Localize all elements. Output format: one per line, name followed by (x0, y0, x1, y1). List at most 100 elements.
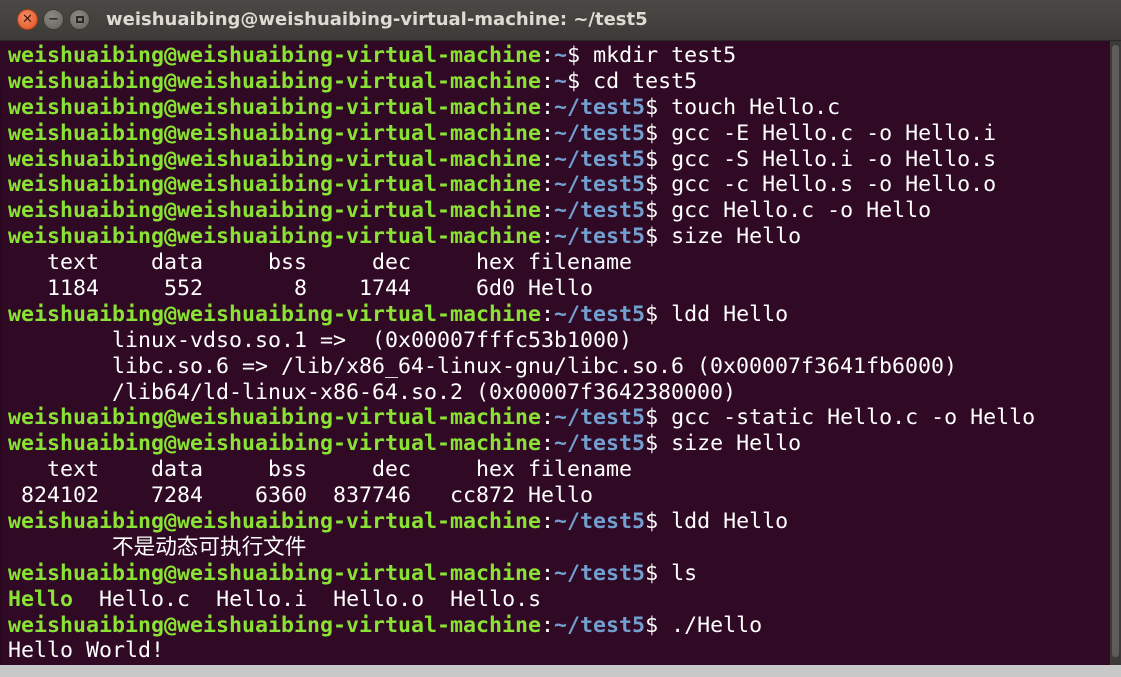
output-line: 824102 7284 6360 837746 cc872 Hello (8, 483, 1103, 509)
prompt-path: ~/test5 (554, 224, 646, 250)
prompt-dollar: $ (645, 94, 672, 120)
terminal-area[interactable]: weishuaibing@weishuaibing-virtual-machin… (0, 41, 1121, 677)
prompt-user: weishuaibing@weishuaibing-virtual-machin… (8, 509, 542, 535)
prompt-dollar: $ (645, 198, 672, 224)
command-text: gcc -E Hello.c -o Hello.i (671, 120, 997, 146)
prompt-user: weishuaibing@weishuaibing-virtual-machin… (8, 560, 542, 586)
prompt-dollar: $ (567, 43, 594, 68)
prompt-colon: : (541, 224, 555, 250)
ls-separator (190, 587, 216, 612)
prompt-colon: : (541, 405, 555, 431)
prompt-line: weishuaibing@weishuaibing-virtual-machin… (8, 509, 1103, 535)
prompt-colon: : (541, 146, 555, 172)
ls-item: Hello.s (450, 586, 542, 612)
prompt-line: weishuaibing@weishuaibing-virtual-machin… (8, 561, 1103, 587)
prompt-line: weishuaibing@weishuaibing-virtual-machin… (8, 43, 1103, 69)
prompt-colon: : (541, 120, 555, 146)
prompt-dollar: $ (645, 509, 672, 535)
command-text: cd test5 (593, 68, 698, 94)
terminal-window: ✕ − weishuaibing@weishuaibing-virtual-ma… (0, 0, 1121, 677)
scrollbar-thumb[interactable] (1112, 45, 1119, 657)
ls-item: Hello.o (333, 586, 425, 612)
minimize-glyph: − (48, 12, 59, 27)
prompt-user: weishuaibing@weishuaibing-virtual-machin… (8, 301, 542, 327)
prompt-colon: : (541, 198, 555, 224)
prompt-colon: : (541, 43, 555, 68)
prompt-user: weishuaibing@weishuaibing-virtual-machin… (8, 431, 542, 457)
prompt-user: weishuaibing@weishuaibing-virtual-machin… (8, 172, 542, 198)
prompt-user: weishuaibing@weishuaibing-virtual-machin… (8, 120, 542, 146)
prompt-line: weishuaibing@weishuaibing-virtual-machin… (8, 224, 1103, 250)
close-icon[interactable]: ✕ (17, 9, 38, 30)
window-title: weishuaibing@weishuaibing-virtual-machin… (106, 9, 648, 30)
maximize-icon[interactable] (69, 9, 90, 30)
prompt-dollar: $ (645, 120, 672, 146)
prompt-dollar: $ (645, 431, 672, 457)
prompt-path: ~/test5 (554, 120, 646, 146)
ls-separator (424, 587, 450, 612)
prompt-dollar: $ (645, 612, 672, 638)
prompt-line: weishuaibing@weishuaibing-virtual-machin… (8, 431, 1103, 457)
prompt-path: ~/test5 (554, 431, 646, 457)
command-text: gcc -c Hello.s -o Hello.o (671, 172, 997, 198)
output-line: 不是动态可执行文件 (8, 535, 1103, 561)
prompt-path: ~/test5 (554, 172, 646, 198)
prompt-path: ~/test5 (554, 612, 646, 638)
command-text: mkdir test5 (593, 43, 737, 68)
output-line: Hello World! (8, 638, 1103, 664)
prompt-user: weishuaibing@weishuaibing-virtual-machin… (8, 43, 542, 68)
command-text: ls (671, 560, 698, 586)
prompt-line: weishuaibing@weishuaibing-virtual-machin… (8, 95, 1103, 121)
output-text: 824102 7284 6360 837746 cc872 Hello (8, 483, 594, 509)
ls-separator (307, 587, 333, 612)
terminal-output[interactable]: weishuaibing@weishuaibing-virtual-machin… (8, 43, 1103, 664)
prompt-path: ~/test5 (554, 560, 646, 586)
output-text: text data bss dec hex filename (8, 457, 633, 483)
prompt-path: ~/test5 (554, 509, 646, 535)
ls-separator (73, 587, 99, 612)
command-text: ldd Hello (671, 509, 789, 535)
command-text: touch Hello.c (671, 94, 841, 120)
prompt-user: weishuaibing@weishuaibing-virtual-machin… (8, 405, 542, 431)
prompt-user: weishuaibing@weishuaibing-virtual-machin… (8, 224, 542, 250)
title-bar[interactable]: ✕ − weishuaibing@weishuaibing-virtual-ma… (0, 0, 1121, 41)
prompt-path: ~/test5 (554, 405, 646, 431)
prompt-path: ~/test5 (554, 146, 646, 172)
prompt-path: ~ (554, 68, 568, 94)
output-text: libc.so.6 => /lib/x86_64-linux-gnu/libc.… (8, 353, 958, 379)
ls-item: Hello (8, 586, 74, 612)
output-text: Hello World! (8, 638, 165, 664)
prompt-user: weishuaibing@weishuaibing-virtual-machin… (8, 94, 542, 120)
command-text: gcc -static Hello.c -o Hello (671, 405, 1036, 431)
command-text: ldd Hello (671, 301, 789, 327)
prompt-user: weishuaibing@weishuaibing-virtual-machin… (8, 198, 542, 224)
prompt-path: ~/test5 (554, 94, 646, 120)
prompt-line: weishuaibing@weishuaibing-virtual-machin… (8, 172, 1103, 198)
close-glyph: ✕ (22, 12, 33, 27)
minimize-icon[interactable]: − (43, 9, 64, 30)
command-text: gcc Hello.c -o Hello (671, 198, 932, 224)
prompt-line: weishuaibing@weishuaibing-virtual-machin… (8, 69, 1103, 95)
prompt-line: weishuaibing@weishuaibing-virtual-machin… (8, 147, 1103, 173)
prompt-line: weishuaibing@weishuaibing-virtual-machin… (8, 302, 1103, 328)
prompt-path: ~ (554, 43, 568, 68)
output-line: text data bss dec hex filename (8, 250, 1103, 276)
prompt-colon: : (541, 431, 555, 457)
prompt-colon: : (541, 509, 555, 535)
output-text: linux-vdso.so.1 => (0x00007fffc53b1000) (8, 327, 633, 353)
prompt-dollar: $ (567, 68, 594, 94)
window-bottom-edge (0, 665, 1121, 677)
prompt-colon: : (541, 612, 555, 638)
command-text: size Hello (671, 431, 802, 457)
command-text: size Hello (671, 224, 802, 250)
prompt-dollar: $ (645, 146, 672, 172)
prompt-line: weishuaibing@weishuaibing-virtual-machin… (8, 121, 1103, 147)
prompt-dollar: $ (645, 172, 672, 198)
prompt-user: weishuaibing@weishuaibing-virtual-machin… (8, 68, 542, 94)
ls-output-line: Hello Hello.c Hello.i Hello.o Hello.s (8, 587, 1103, 613)
output-text: /lib64/ld-linux-x86-64.so.2 (0x00007f364… (8, 379, 737, 405)
prompt-colon: : (541, 301, 555, 327)
command-text: ./Hello (671, 612, 763, 638)
scrollbar[interactable] (1110, 41, 1121, 665)
maximize-glyph (75, 16, 84, 23)
